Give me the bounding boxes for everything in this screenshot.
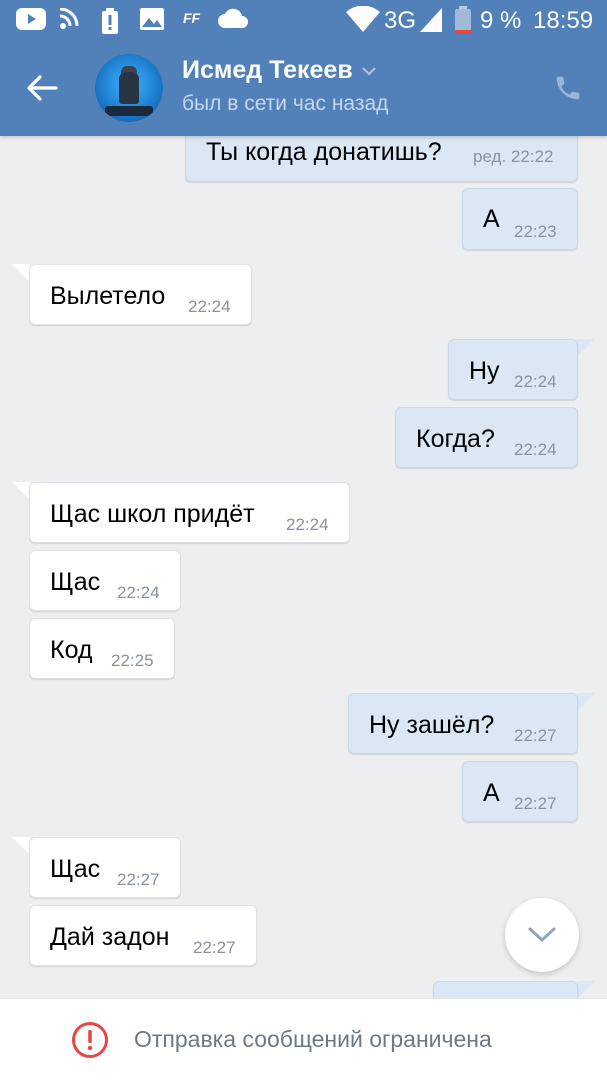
scroll-to-bottom-button[interactable] [505,898,579,972]
message-time: 22:24 [514,440,557,459]
message-bubble-incoming[interactable]: Щас 22:24 [29,550,181,611]
contact-name-label: Исмед Текеев [182,56,353,84]
message-text: Ну зашёл? [369,711,495,739]
wifi-icon [346,6,380,32]
message-bubble-outgoing[interactable] [433,981,578,998]
status-bar: FF 3G 9 % 18:59 [0,0,607,40]
message-time: 22:23 [514,222,557,241]
youtube-icon [16,8,46,30]
message-text: А [483,205,500,233]
message-bubble-outgoing[interactable]: Ты когда донатишь? ред. 22:22 [185,136,578,182]
message-time: 22:24 [117,583,160,602]
message-time: 22:24 [514,372,557,391]
message-time: 22:27 [514,726,557,745]
warning-icon [72,1022,108,1058]
bubble-tail [12,264,30,282]
chevron-down-icon [361,66,376,76]
message-time: 22:24 [286,515,329,534]
image-icon [140,8,164,30]
battery-alert-icon [102,8,118,34]
chat-header: Исмед Текеев был в сети час назад [0,40,607,136]
message-time: 22:25 [111,651,154,670]
message-bubble-outgoing[interactable]: Когда? 22:24 [395,407,578,468]
message-time: 22:24 [188,297,231,316]
message-bubble-outgoing[interactable]: А 22:23 [462,188,578,250]
message-bubble-incoming[interactable]: Вылетело 22:24 [29,264,252,325]
message-time: ред. 22:22 [473,147,554,166]
message-text: Ты когда донатишь? [206,138,442,166]
message-list[interactable]: Ты когда донатишь? ред. 22:22 А 22:23 Вы… [0,136,607,998]
message-time: 22:27 [514,794,557,813]
contact-name[interactable]: Исмед Текеев [182,56,377,85]
avatar[interactable] [95,54,163,122]
phone-icon [556,76,580,100]
message-text: Щас [50,568,101,596]
message-bubble-outgoing[interactable]: А 22:27 [462,761,578,822]
bubble-tail [577,693,595,711]
clock: 18:59 [533,7,594,34]
restriction-text: Отправка сообщений ограничена [134,1026,492,1052]
signal-icon [420,8,442,32]
message-text: Ну [469,357,500,385]
restriction-bar: Отправка сообщений ограничена [0,998,607,1080]
message-bubble-outgoing[interactable]: Ну зашёл? 22:27 [348,693,578,754]
message-time: 22:27 [193,938,236,957]
message-time: 22:27 [117,870,160,889]
cloud-icon [218,8,248,28]
bubble-tail [577,339,595,357]
network-type: 3G [384,7,417,34]
bubble-tail [577,981,595,998]
message-bubble-incoming[interactable]: Щас 22:27 [29,837,181,898]
bubble-tail [12,482,30,500]
message-bubble-incoming[interactable]: Щас школ придёт 22:24 [29,482,350,543]
message-bubble-incoming[interactable]: Дай задон 22:27 [29,905,257,966]
contact-status: был в сети час назад [182,92,389,115]
message-text: Щас [50,855,101,883]
message-bubble-outgoing[interactable]: Ну 22:24 [448,339,578,400]
message-text: Дай задон [50,923,170,951]
battery-percent: 9 % [480,7,522,34]
arrow-left-icon [27,75,58,101]
message-text: Когда? [416,425,495,453]
chevron-down-icon [528,927,556,942]
back-button[interactable] [22,68,62,108]
message-text: А [483,779,500,807]
bubble-tail [12,837,30,855]
message-bubble-incoming[interactable]: Код 22:25 [29,618,175,679]
rss-icon [60,8,80,30]
message-text: Код [50,636,93,664]
battery-icon [455,6,471,34]
message-text: Щас школ придёт [50,500,255,528]
call-button[interactable] [550,70,586,106]
ff-icon: FF [183,10,201,26]
message-text: Вылетело [50,282,166,310]
